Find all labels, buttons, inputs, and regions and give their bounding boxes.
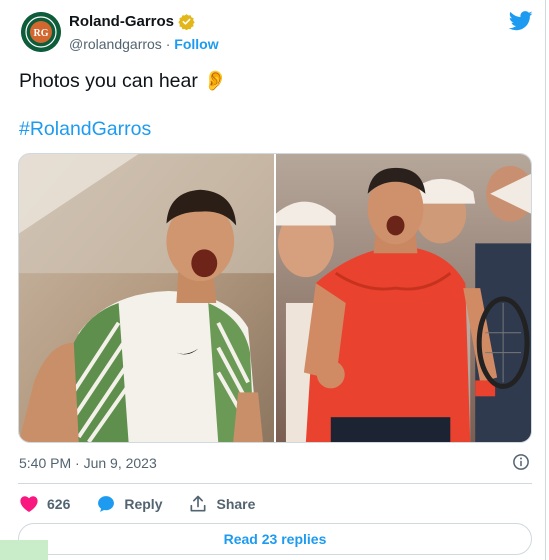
photo-left-image bbox=[19, 154, 274, 442]
share-icon bbox=[190, 495, 206, 512]
tweet-timestamp[interactable]: 5:40 PM · Jun 9, 2023 bbox=[19, 455, 157, 471]
account-name[interactable]: Roland-Garros bbox=[69, 13, 174, 30]
handle-row: @rolandgarros · Follow bbox=[69, 36, 219, 52]
ear-emoji-icon: 👂 bbox=[203, 70, 228, 92]
info-icon[interactable] bbox=[512, 453, 530, 471]
reply-button[interactable]: Reply bbox=[96, 494, 162, 514]
share-button[interactable]: Share bbox=[188, 494, 255, 514]
photo-left[interactable] bbox=[19, 154, 274, 442]
reply-bubble-icon bbox=[98, 496, 115, 512]
action-bar: 626 Reply Share bbox=[19, 492, 281, 516]
photo-right-image bbox=[276, 154, 531, 442]
tweet-text: Photos you can hear 👂 bbox=[19, 68, 228, 94]
account-name-row[interactable]: Roland-Garros bbox=[69, 13, 195, 30]
photo-right[interactable] bbox=[276, 154, 531, 442]
tweet-media[interactable] bbox=[18, 153, 532, 443]
roland-garros-logo-icon: RG bbox=[21, 12, 61, 52]
tweet-text-body: Photos you can hear bbox=[19, 70, 198, 92]
avatar[interactable]: RG bbox=[21, 12, 61, 52]
account-handle[interactable]: @rolandgarros bbox=[69, 36, 162, 52]
separator: · bbox=[165, 36, 171, 52]
page-background-corner bbox=[0, 540, 48, 560]
verified-gold-badge-icon bbox=[178, 14, 195, 30]
svg-text:RG: RG bbox=[34, 28, 49, 39]
heart-icon bbox=[20, 496, 38, 512]
like-button[interactable]: 626 bbox=[19, 494, 70, 514]
tweet-card: RG Roland-Garros @rolandgarros · Follow … bbox=[0, 0, 546, 560]
like-count: 626 bbox=[47, 496, 71, 512]
follow-button[interactable]: Follow bbox=[174, 36, 218, 52]
reply-label: Reply bbox=[124, 496, 163, 512]
divider bbox=[18, 483, 532, 484]
read-replies-button[interactable]: Read 23 replies bbox=[18, 523, 532, 555]
share-label: Share bbox=[216, 496, 256, 512]
twitter-bird-icon[interactable] bbox=[509, 10, 533, 32]
hashtag-link[interactable]: #RolandGarros bbox=[19, 118, 151, 141]
